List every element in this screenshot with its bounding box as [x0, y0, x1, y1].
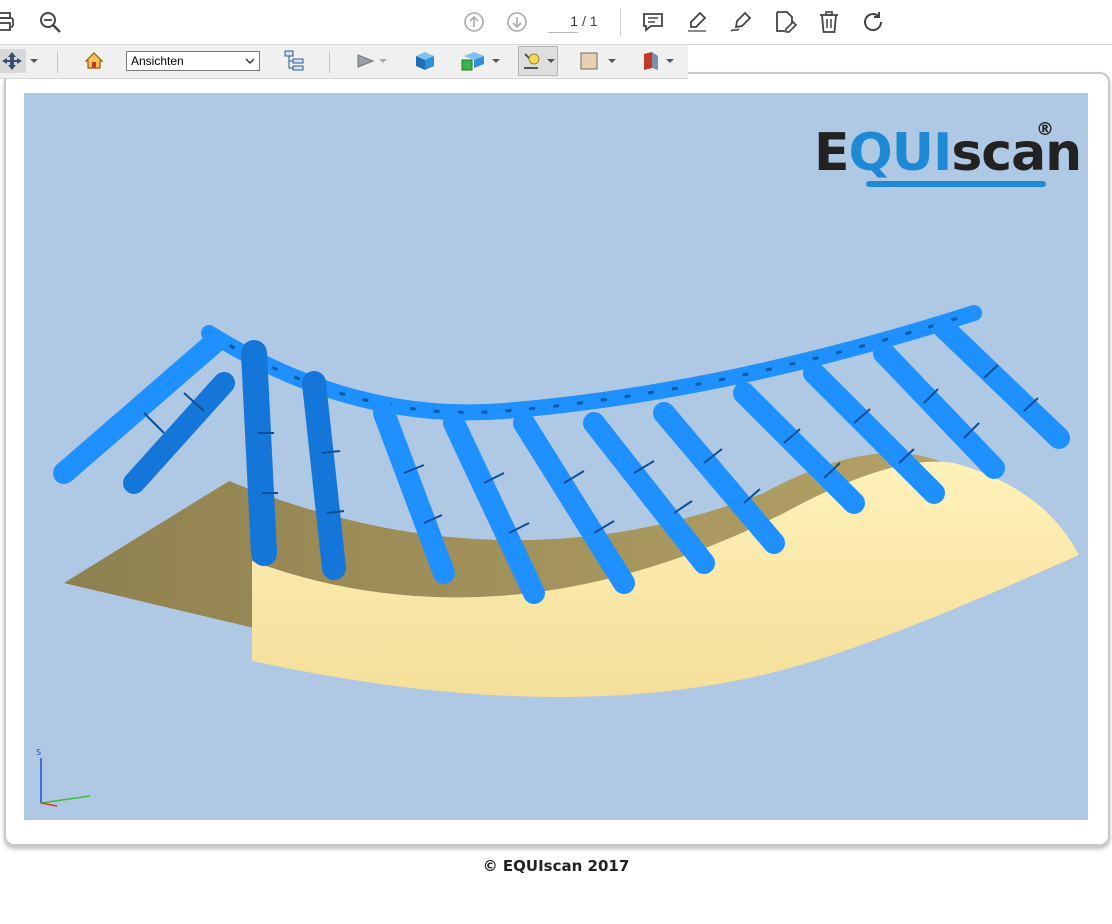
- logo-swoosh: [866, 181, 1046, 187]
- rotate-tool-button[interactable]: [0, 49, 38, 73]
- dropdown-arrow[interactable]: [608, 59, 616, 63]
- zoom-icon[interactable]: [36, 8, 64, 36]
- home-view-button[interactable]: [84, 49, 104, 73]
- equiscan-logo: EQUIscan ®: [814, 119, 1082, 187]
- print-icon[interactable]: [0, 8, 20, 36]
- dropdown-arrow[interactable]: [30, 59, 38, 63]
- render-mode-button[interactable]: [460, 49, 500, 73]
- top-toolbar: 1 / 1: [0, 0, 1112, 45]
- projection-cube-icon: [416, 52, 434, 70]
- 3d-model-render: S: [36, 305, 1079, 807]
- page-total: / 1: [582, 13, 598, 29]
- lighting-icon: [524, 53, 540, 69]
- 3d-viewport[interactable]: S EQUIscan ®: [24, 93, 1088, 820]
- page-number-input[interactable]: 1: [548, 10, 578, 33]
- render-mode-icon: [461, 52, 484, 71]
- comment-icon[interactable]: [639, 8, 667, 36]
- dropdown-arrow[interactable]: [379, 59, 387, 63]
- axis-triad: [40, 758, 91, 807]
- toolbar-separator: [329, 51, 330, 73]
- logo-text-qui: QUI: [848, 123, 953, 183]
- previous-page-icon[interactable]: [460, 8, 488, 36]
- sign-icon[interactable]: [727, 8, 755, 36]
- logo-text-scan: scan: [951, 123, 1082, 183]
- next-page-icon[interactable]: [503, 8, 531, 36]
- chevron-down-icon: [245, 58, 255, 64]
- highlight-icon[interactable]: [683, 8, 711, 36]
- views-select-value: Ansichten: [131, 54, 184, 68]
- dropdown-arrow[interactable]: [666, 59, 674, 63]
- toolbar-separator: [620, 8, 621, 36]
- play-icon: [357, 54, 375, 68]
- background-color-button[interactable]: [580, 49, 616, 73]
- play-button[interactable]: [355, 49, 387, 73]
- registered-mark: ®: [1036, 119, 1054, 140]
- dropdown-arrow[interactable]: [492, 59, 500, 63]
- delete-icon[interactable]: [815, 8, 843, 36]
- copyright-text: © EQUIscan 2017: [482, 857, 630, 875]
- axis-label: S: [36, 748, 41, 757]
- logo-text-e: E: [814, 123, 850, 183]
- dropdown-arrow[interactable]: [547, 59, 555, 63]
- model-tree-button[interactable]: [283, 49, 307, 73]
- projection-button[interactable]: [414, 49, 436, 73]
- toolbar-separator: [57, 51, 58, 73]
- rotate-tool-icon: [0, 49, 26, 73]
- 3d-viewer-toolbar: Ansichten: [0, 45, 688, 79]
- cross-section-button[interactable]: [640, 49, 674, 73]
- lighting-button[interactable]: [518, 46, 558, 76]
- rotate-icon[interactable]: [859, 8, 887, 36]
- background-color-icon: [580, 52, 598, 70]
- cross-section-icon: [644, 52, 658, 70]
- edit-pdf-icon[interactable]: [771, 8, 799, 36]
- model-tree-icon: [284, 50, 304, 71]
- home-icon: [84, 52, 104, 69]
- views-select[interactable]: Ansichten: [126, 51, 260, 71]
